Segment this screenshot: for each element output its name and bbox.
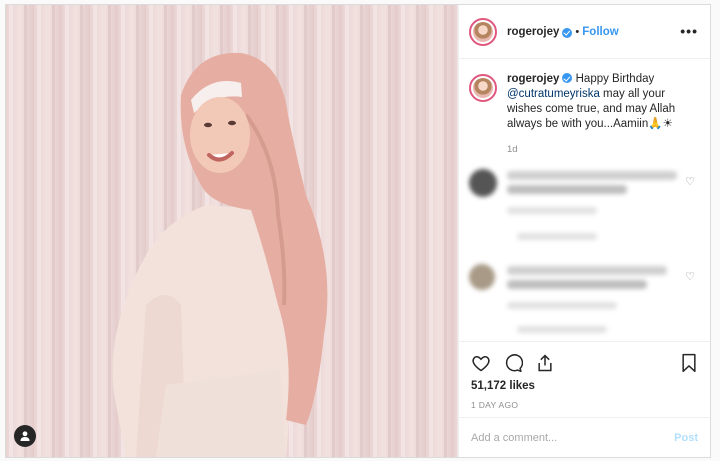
instagram-post: rogerojey • Follow ••• rogerojey Happy B… (5, 4, 711, 458)
comment-text (507, 171, 677, 180)
avatar[interactable] (469, 17, 497, 46)
comment-input[interactable] (471, 431, 675, 444)
caption-time: 1d (507, 144, 518, 155)
comment-item: ♡ (469, 165, 701, 255)
post-time: 1 DAY AGO (471, 400, 519, 410)
comment-like-icon[interactable]: ♡ (685, 175, 695, 188)
comment-like-icon[interactable]: ♡ (685, 270, 695, 283)
post-side-panel: rogerojey • Follow ••• rogerojey Happy B… (458, 5, 710, 457)
verified-icon (562, 27, 573, 38)
post-actions: 51,172 likes 1 DAY AGO (459, 341, 710, 410)
follow-button[interactable]: Follow (582, 26, 618, 38)
post-comment-button[interactable]: Post (674, 432, 698, 444)
comment-item: ♡ (469, 260, 701, 340)
comment-text (507, 280, 647, 289)
likes-count[interactable]: 51,172 likes (471, 380, 698, 392)
caption-avatar[interactable] (469, 74, 497, 102)
post-photo-image (6, 5, 458, 457)
comment-meta (507, 207, 597, 214)
comment-icon[interactable] (503, 353, 523, 373)
share-icon[interactable] (535, 353, 555, 373)
more-horizontal-icon[interactable]: ••• (680, 23, 698, 39)
view-replies[interactable] (517, 233, 597, 240)
header-separator: • (575, 25, 580, 38)
comment-avatar (469, 264, 495, 290)
user-icon (20, 431, 30, 441)
caption-mention[interactable]: @cutratumeyriska (507, 88, 600, 100)
comment-avatar (469, 169, 497, 197)
comment-text (507, 185, 627, 194)
bookmark-icon[interactable] (680, 353, 698, 373)
comment-meta (507, 302, 617, 309)
view-replies[interactable] (517, 326, 607, 333)
add-comment-bar: Post (459, 417, 710, 457)
comment-text (507, 266, 667, 275)
heart-icon[interactable] (471, 353, 491, 373)
header-username[interactable]: rogerojey (507, 26, 559, 38)
post-header: rogerojey • Follow ••• (459, 5, 710, 59)
caption-text-start: Happy Birthday (575, 73, 655, 85)
verified-icon (562, 73, 573, 83)
caption-username[interactable]: rogerojey (507, 73, 559, 85)
post-photo[interactable] (6, 5, 458, 457)
caption: rogerojey Happy Birthday @cutratumeyrisk… (459, 59, 710, 157)
tagged-users-button[interactable] (14, 425, 36, 447)
